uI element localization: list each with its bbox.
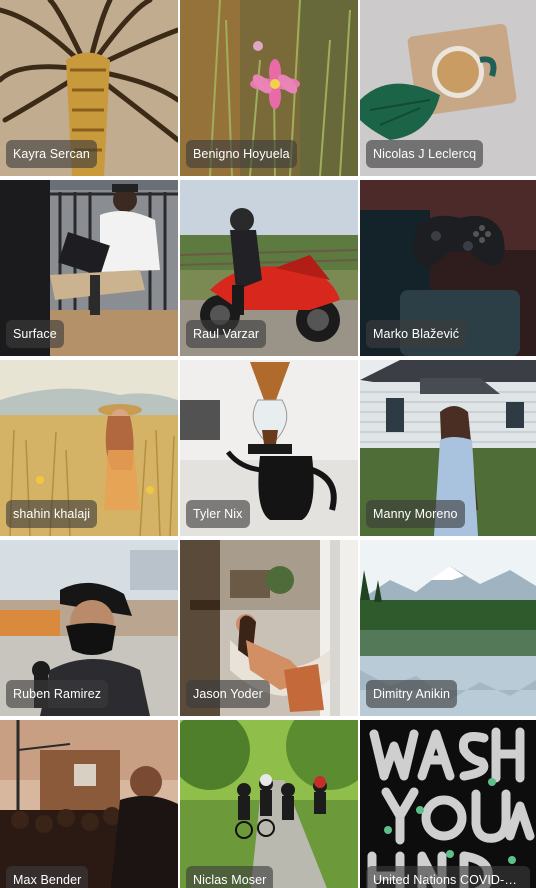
photo-author-label: Jason Yoder (186, 680, 270, 708)
photo-tile-wheat-field-woman[interactable]: shahin khalaji (0, 360, 178, 536)
photo-author-label: Surface (6, 320, 64, 348)
photo-author-label: Nicolas J Leclercq (366, 140, 484, 168)
photo-tile-mountain-lake[interactable]: Dimitry Anikin (360, 540, 536, 716)
photo-author-label: Tyler Nix (186, 500, 250, 528)
photo-tile-motorcycle[interactable]: Raul Varzar (180, 180, 358, 356)
photo-tile-wash-your-hands[interactable]: United Nations COVID-19 Response (360, 720, 536, 888)
photo-author-label: Dimitry Anikin (366, 680, 458, 708)
photo-author-label: Manny Moreno (366, 500, 465, 528)
photo-grid: Kayra Sercan Benigno Hoyuela Nicolas J L… (0, 0, 536, 888)
photo-tile-pink-flower[interactable]: Benigno Hoyuela (180, 0, 358, 176)
photo-tile-masked-man[interactable]: Ruben Ramirez (0, 540, 178, 716)
photo-tile-protest-crowd[interactable]: Max Bender (0, 720, 178, 888)
wash-your-hands-image (360, 720, 536, 888)
photo-author-label: Raul Varzar (186, 320, 267, 348)
photo-author-label: Marko Blažević (366, 320, 467, 348)
photo-author-label: Niclas Moser (186, 866, 274, 888)
photo-tile-cyclists-road[interactable]: Niclas Moser (180, 720, 358, 888)
photo-tile-woman-house[interactable]: Manny Moreno (360, 360, 536, 536)
photo-author-label: shahin khalaji (6, 500, 98, 528)
photo-tile-palm-plant[interactable]: Kayra Sercan (0, 0, 178, 176)
photo-author-label: Ruben Ramirez (6, 680, 109, 708)
protest-crowd-image (0, 720, 178, 888)
photo-tile-coffee-kettle[interactable]: Tyler Nix (180, 360, 358, 536)
photo-author-label: Benigno Hoyuela (186, 140, 297, 168)
photo-author-label: Max Bender (6, 866, 89, 888)
photo-tile-laptop-man[interactable]: Surface (0, 180, 178, 356)
photo-tile-woman-hammock[interactable]: Jason Yoder (180, 540, 358, 716)
photo-tile-coffee-cup[interactable]: Nicolas J Leclercq (360, 0, 536, 176)
photo-tile-game-controller[interactable]: Marko Blažević (360, 180, 536, 356)
photo-author-label: United Nations COVID-19 Response (366, 866, 530, 888)
cyclists-road-image (180, 720, 358, 888)
photo-author-label: Kayra Sercan (6, 140, 97, 168)
